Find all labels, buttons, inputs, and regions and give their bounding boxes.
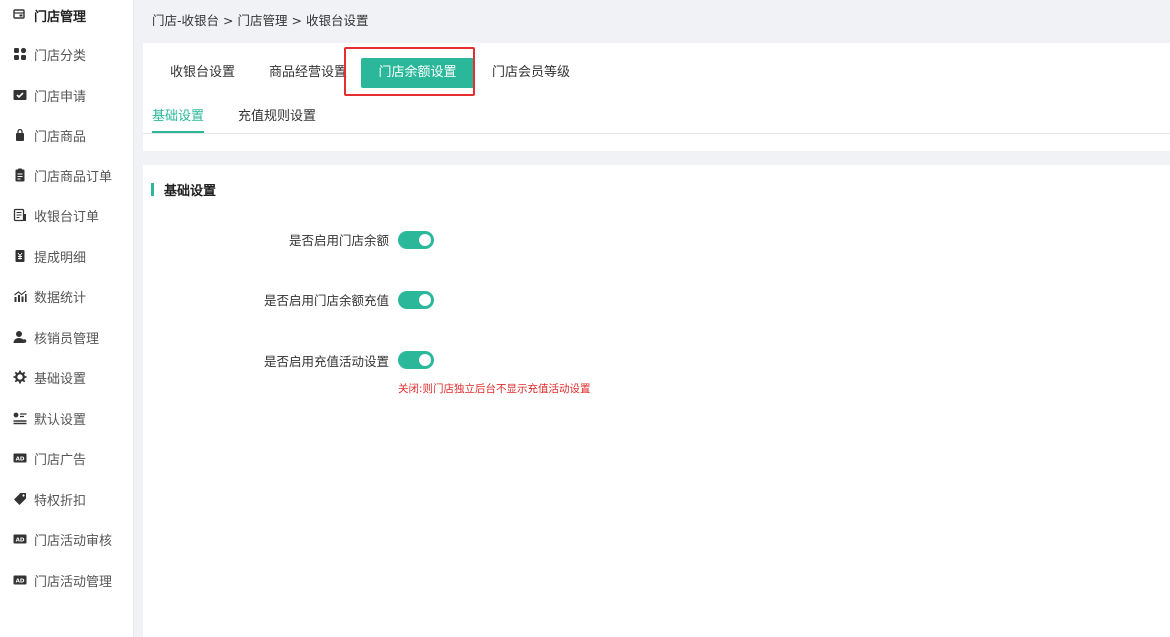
- sidebar-item-label: 收银台订单: [34, 210, 100, 225]
- breadcrumb-separator: >: [291, 13, 302, 28]
- highlight-annotation-box: [344, 47, 475, 96]
- sidebar-item-label: 基础设置: [34, 372, 87, 387]
- breadcrumb-item[interactable]: 门店-收银台: [152, 13, 219, 28]
- sidebar-item-label: 数据统计: [34, 291, 87, 306]
- statistics-icon: [13, 289, 27, 303]
- sidebar-item-default-settings[interactable]: 默认设置: [0, 403, 133, 433]
- breadcrumb: 门店-收银台 > 门店管理 > 收银台设置: [152, 10, 373, 29]
- product-bag-icon: [13, 128, 27, 142]
- sidebar-item-label: 提成明细: [34, 251, 87, 266]
- staff-icon: [13, 330, 27, 344]
- recharge-activity-hint: 关闭:则门店独立后台不显示充值活动设置: [398, 383, 591, 395]
- sidebar-item-label: 门店活动管理: [34, 575, 113, 590]
- sidebar: 门店管理 门店分类 门店申请 门店商品 门店商品订单 收银台订单 提成明细 数据…: [0, 0, 134, 637]
- category-icon: [13, 47, 27, 61]
- store-balance-switch[interactable]: [398, 231, 434, 249]
- switch-knob: [419, 354, 431, 366]
- breadcrumb-separator: >: [223, 13, 234, 28]
- breadcrumb-item[interactable]: 门店管理: [238, 13, 288, 28]
- store-balance-recharge-label: 是否启用门店余额充值: [263, 293, 389, 308]
- svg-text:AD: AD: [16, 457, 25, 463]
- sidebar-item-privilege-discount[interactable]: 特权折扣: [0, 484, 133, 514]
- cashier-order-icon: [13, 208, 27, 222]
- tab-store-member-level[interactable]: 门店会员等级: [492, 58, 570, 88]
- application-icon: [13, 88, 27, 102]
- sidebar-item-store-products[interactable]: 门店商品: [0, 120, 133, 150]
- section-title: 基础设置: [164, 184, 217, 199]
- subtab-basic-settings[interactable]: 基础设置: [152, 105, 205, 133]
- order-clipboard-icon: [13, 168, 27, 182]
- svg-text:AD: AD: [16, 538, 25, 544]
- store-balance-label: 是否启用门店余额: [288, 233, 389, 248]
- recharge-activity-label: 是否启用充值活动设置: [263, 354, 389, 369]
- section-accent-bar: [151, 183, 154, 196]
- sidebar-item-store-activity-management[interactable]: AD 门店活动管理: [0, 565, 133, 595]
- sidebar-item-label: 门店分类: [34, 49, 87, 64]
- sidebar-item-store-application[interactable]: 门店申请: [0, 80, 133, 110]
- store-balance-recharge-switch[interactable]: [398, 291, 434, 309]
- settings-tabs-card: 收银台设置 商品经营设置 门店余额设置 门店会员等级 基础设置 充值规则设置: [143, 43, 1170, 151]
- ad-icon: AD: [13, 532, 27, 546]
- subtab-recharge-rule-settings[interactable]: 充值规则设置: [238, 105, 316, 131]
- gear-icon: [13, 370, 27, 384]
- tag-icon: [13, 492, 27, 506]
- ad-icon: AD: [13, 573, 27, 587]
- sidebar-item-label: 门店商品订单: [34, 170, 113, 185]
- tab-cashier-settings[interactable]: 收银台设置: [170, 58, 235, 88]
- sidebar-item-cashier-orders[interactable]: 收银台订单: [0, 200, 133, 230]
- recharge-activity-switch[interactable]: [398, 351, 434, 369]
- default-settings-icon: [13, 411, 27, 425]
- commission-icon: [13, 249, 27, 263]
- tab-product-operation-settings[interactable]: 商品经营设置: [269, 58, 347, 88]
- sidebar-item-commission-details[interactable]: 提成明细: [0, 241, 133, 271]
- sidebar-item-verifier-management[interactable]: 核销员管理: [0, 322, 133, 352]
- basic-settings-panel: 基础设置 是否启用门店余额 是否启用门店余额充值 是否启用充值活动设置 关闭:则…: [143, 165, 1170, 637]
- sidebar-item-label: 特权折扣: [34, 494, 87, 509]
- store-icon: [13, 8, 25, 20]
- sidebar-item-data-statistics[interactable]: 数据统计: [0, 281, 133, 311]
- sidebar-item-label: 默认设置: [34, 413, 87, 428]
- sidebar-item-store-category[interactable]: 门店分类: [0, 39, 133, 69]
- sidebar-item-store-activity-review[interactable]: AD 门店活动审核: [0, 524, 133, 554]
- svg-text:AD: AD: [16, 579, 25, 585]
- breadcrumb-current: 收银台设置: [306, 13, 369, 28]
- sidebar-item-store-ads[interactable]: AD 门店广告: [0, 443, 133, 473]
- sidebar-item-label: 核销员管理: [34, 332, 100, 347]
- ad-icon: AD: [13, 451, 27, 465]
- sidebar-header-label: 门店管理: [34, 10, 87, 25]
- sidebar-item-label: 门店商品: [34, 130, 87, 145]
- sidebar-item-store-product-orders[interactable]: 门店商品订单: [0, 160, 133, 190]
- sidebar-item-basic-settings[interactable]: 基础设置: [0, 362, 133, 392]
- sidebar-item-label: 门店活动审核: [34, 534, 113, 549]
- switch-knob: [419, 294, 431, 306]
- sidebar-item-label: 门店广告: [34, 453, 87, 468]
- sidebar-header-store-management[interactable]: 门店管理: [0, 0, 133, 30]
- tabs-divider: [143, 133, 1170, 134]
- sidebar-item-label: 门店申请: [34, 90, 87, 105]
- switch-knob: [419, 234, 431, 246]
